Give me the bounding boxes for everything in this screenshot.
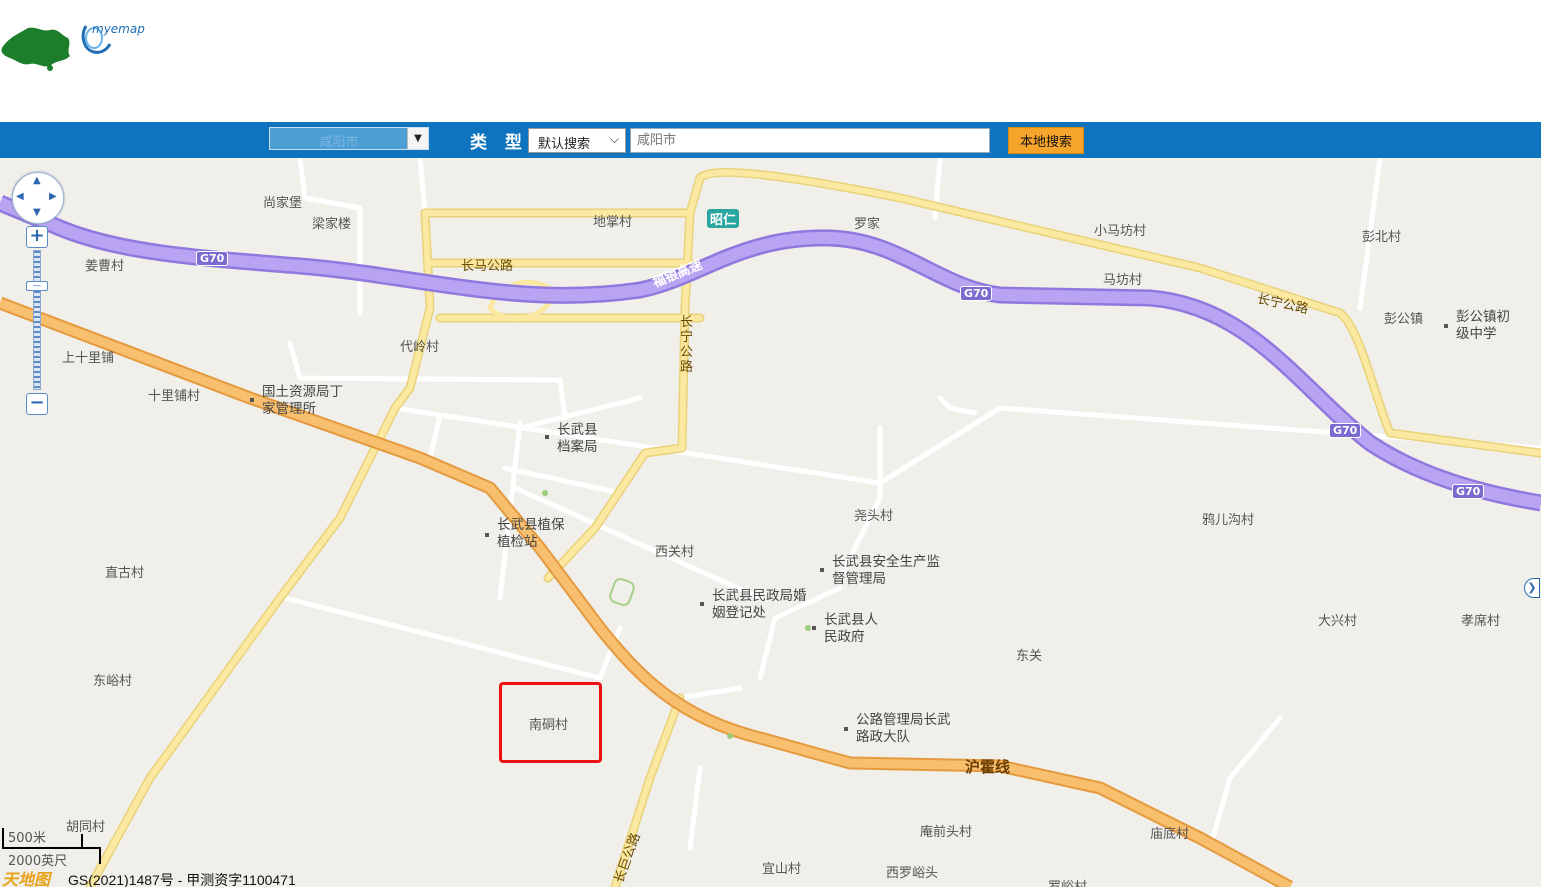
place-label: 宜山村 [762,862,802,877]
arrow-down-icon[interactable]: ▼ [33,207,41,218]
place-label: 直古村 [105,566,145,581]
city-select-value: 咸阳市 [319,135,359,150]
map-roads-layer [0,158,1541,887]
poi-marker [844,727,848,731]
local-search-button[interactable]: 本地搜索 [1008,127,1084,154]
poi-label[interactable]: 长武县植保植检站 [497,517,577,551]
scale-metric-label: 500米 [8,831,46,846]
road-label-zhaoren: 昭仁 [707,209,740,228]
poi-marker [812,626,816,630]
place-label: 地掌村 [593,215,633,230]
panel-toggle-icon[interactable]: ❯ [1524,578,1540,598]
poi-label[interactable]: 彭公镇初级中学 [1456,309,1520,343]
place-label: 罗家 [854,217,881,232]
road-label-changma: 长马公路 [461,259,514,274]
poi-marker [1444,324,1448,328]
type-select-value: 默认搜索 [538,137,591,152]
place-label: 孝席村 [1461,614,1501,629]
search-input[interactable] [630,128,990,153]
place-label: 梁家楼 [312,217,352,232]
place-label: 西罗峪头 [886,866,939,881]
poi-label[interactable]: 长武县安全生产监督管理局 [832,554,944,588]
road-label-changning-vertical: 长宁公路 [680,315,694,375]
place-label: 彭北村 [1362,230,1402,245]
poi-label[interactable]: 长武县档案局 [557,422,605,456]
place-label: 代岭村 [400,340,440,355]
place-label: 东关 [1016,649,1043,664]
highlight-box [499,682,602,763]
g70-badge: G70 [1452,484,1485,499]
place-label: 小马坊村 [1094,224,1147,239]
zoom-slider-handle[interactable]: — [26,281,48,291]
place-label: 彭公镇 [1384,312,1424,327]
place-label: 庵前头村 [920,825,973,840]
arrow-right-icon[interactable]: ▶ [49,191,57,202]
search-toolbar: 咸阳市 ▼ 类 型 默认搜索 ⌵ 本地搜索 [0,122,1541,158]
poi-label[interactable]: 长武县人民政府 [824,612,888,646]
place-label: 鸦儿沟村 [1202,513,1255,528]
page-header: myemap [0,0,1541,122]
place-label: 十里铺村 [148,389,201,404]
place-label: 姜曹村 [85,259,125,274]
park-dot [805,625,811,631]
poi-label[interactable]: 国土资源局丁家管理所 [262,384,354,418]
place-label: 东峪村 [93,674,133,689]
county-roads-border [85,168,1541,887]
poi-marker [485,533,489,537]
poi-marker [700,602,704,606]
poi-label[interactable]: 公路管理局长武路政大队 [856,712,952,746]
park-area [609,577,635,607]
road-label-huhuo: 沪霍线 [965,758,1011,776]
place-label: 尚家堡 [263,196,303,211]
county-roads [87,169,1541,887]
zoom-slider[interactable] [33,250,41,390]
place-label: 尧头村 [854,509,894,524]
g70-badge: G70 [196,251,229,266]
place-label: 马坊村 [1103,273,1143,288]
park-dot [542,490,548,496]
g70-badge: G70 [1329,423,1362,438]
type-select[interactable]: 默认搜索 ⌵ [528,128,626,153]
chevron-down-icon: ⌵ [609,132,619,146]
place-label: 上十里铺 [62,351,115,366]
arrow-up-icon[interactable]: ▲ [33,175,41,186]
logo-text: myemap [92,22,145,36]
place-label: 大兴村 [1318,614,1358,629]
expressway [0,197,1541,509]
poi-label[interactable]: 长武县民政局婚姻登记处 [712,588,808,622]
tianditu-logo: 天地图 [2,870,51,887]
poi-marker [820,568,824,572]
pan-control[interactable]: ▲ ▼ ◀ ▶ [12,172,64,224]
place-label: 庙底村 [1150,827,1190,842]
arrow-left-icon[interactable]: ◀ [16,191,24,202]
map-canvas[interactable]: 长马公路 长宁公路 长宁公路 福银高速 沪霍线 长巨公路 昭仁 G70 G70 … [0,158,1541,887]
poi-marker [250,398,254,402]
park-dot [727,733,733,739]
poi-marker [545,435,549,439]
copyright-text: GS(2021)1487号 - 甲测资字1100471 [68,872,296,887]
g70-badge: G70 [960,286,993,301]
zoom-out-button[interactable]: − [26,393,48,415]
type-label: 类 型 [470,133,528,153]
city-select[interactable]: 咸阳市 ▼ [269,127,429,150]
zoom-in-button[interactable]: + [26,226,48,248]
chevron-down-icon[interactable]: ▼ [407,128,428,149]
place-label: 西关村 [655,545,695,560]
place-label: 罗峪村 [1048,879,1087,887]
